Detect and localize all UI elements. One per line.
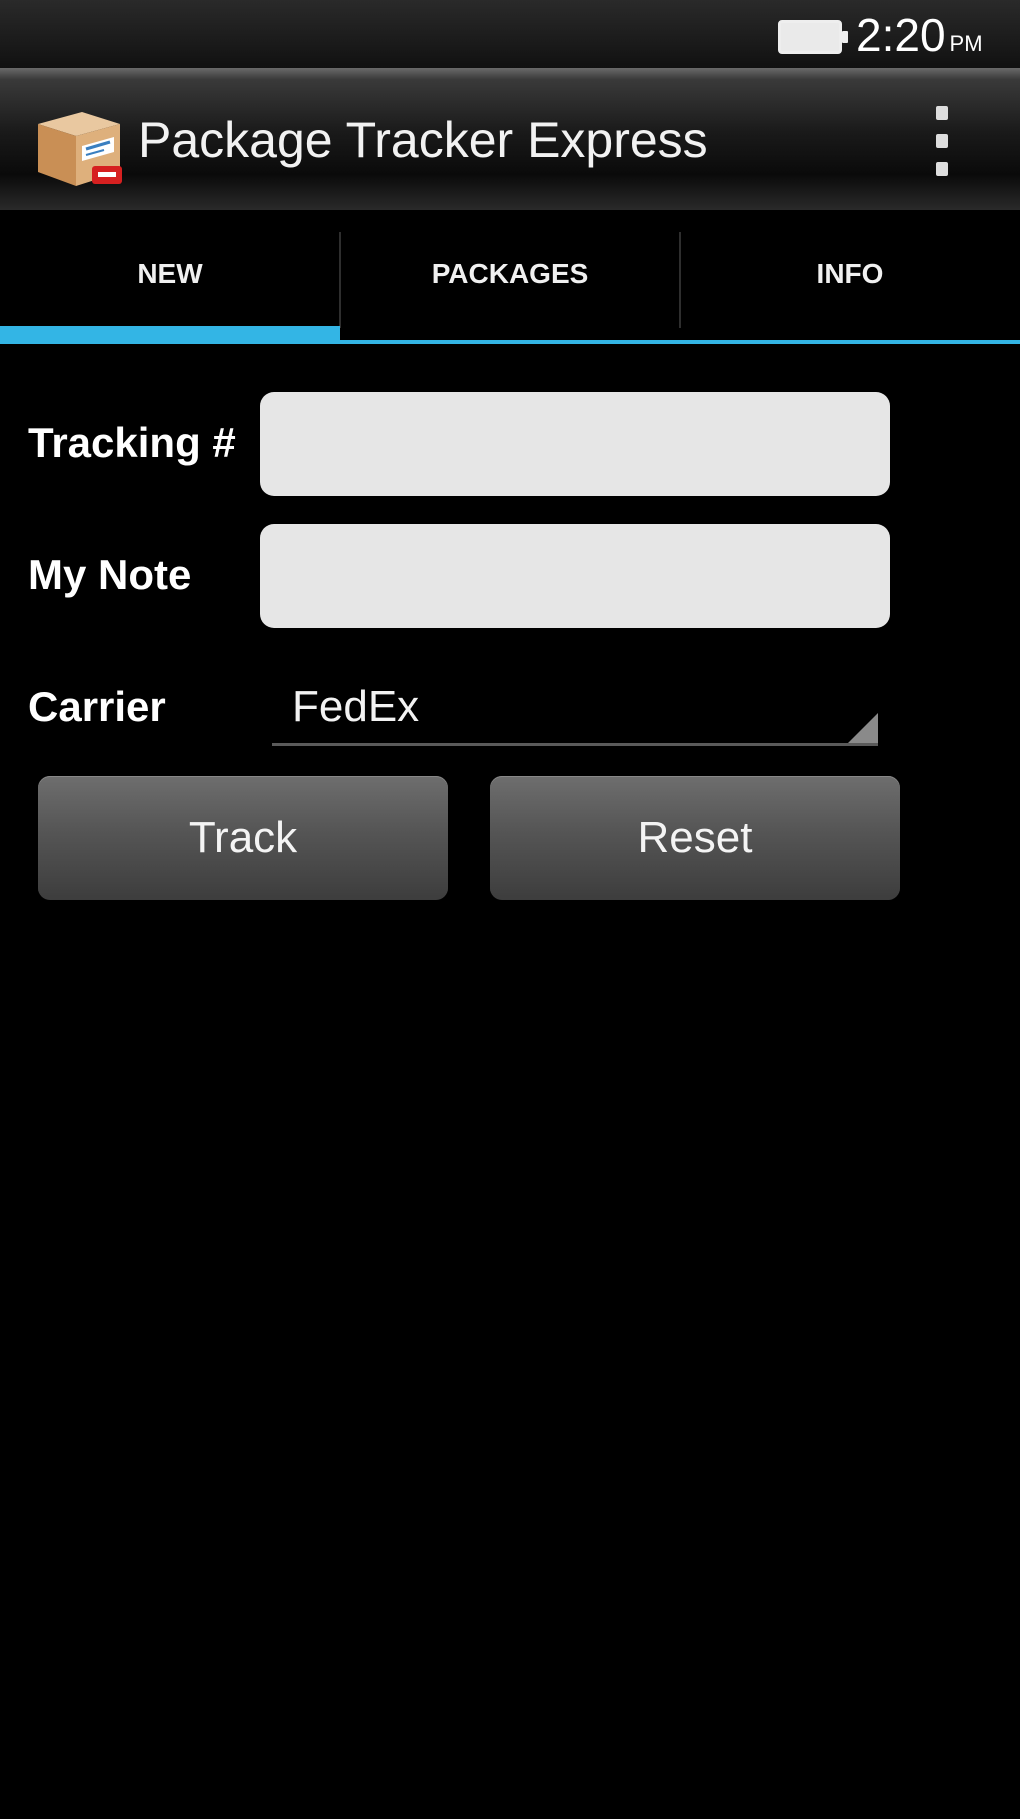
tab-bar: NEW PACKAGES INFO — [0, 210, 1020, 344]
reset-button[interactable]: Reset — [490, 776, 900, 900]
action-bar: Package Tracker Express — [0, 68, 1020, 210]
spinner-underline — [272, 743, 878, 746]
track-button[interactable]: Track — [38, 776, 448, 900]
overflow-dot — [936, 106, 948, 120]
tracking-label: Tracking # — [28, 419, 236, 466]
tab-packages[interactable]: PACKAGES — [340, 210, 680, 338]
spinner-arrow-icon — [848, 713, 878, 743]
tab-selected-indicator — [0, 326, 340, 344]
carrier-spinner[interactable]: FedEx — [272, 674, 878, 746]
overflow-menu-icon[interactable] — [922, 106, 962, 176]
tab-new-label: NEW — [137, 258, 203, 289]
package-box-icon — [38, 112, 122, 186]
battery-full-icon — [778, 20, 848, 54]
app-title: Package Tracker Express — [138, 112, 708, 168]
tab-packages-label: PACKAGES — [431, 258, 589, 289]
tracking-number-input[interactable] — [260, 392, 890, 496]
note-input[interactable] — [260, 524, 890, 628]
carrier-label: Carrier — [28, 683, 166, 730]
overflow-dot — [936, 134, 948, 148]
status-bar: 2:20 PM — [0, 0, 1020, 68]
note-label: My Note — [28, 551, 192, 598]
clock-time: 2:20 — [856, 9, 946, 61]
clock-ampm: PM — [949, 31, 983, 56]
overflow-dot — [936, 162, 948, 176]
tab-new[interactable]: NEW — [0, 210, 340, 338]
carrier-selected-value: FedEx — [292, 682, 420, 731]
status-clock: 2:20 PM — [856, 10, 983, 60]
tab-info-label: INFO — [816, 258, 884, 289]
tab-info[interactable]: INFO — [680, 210, 1020, 338]
